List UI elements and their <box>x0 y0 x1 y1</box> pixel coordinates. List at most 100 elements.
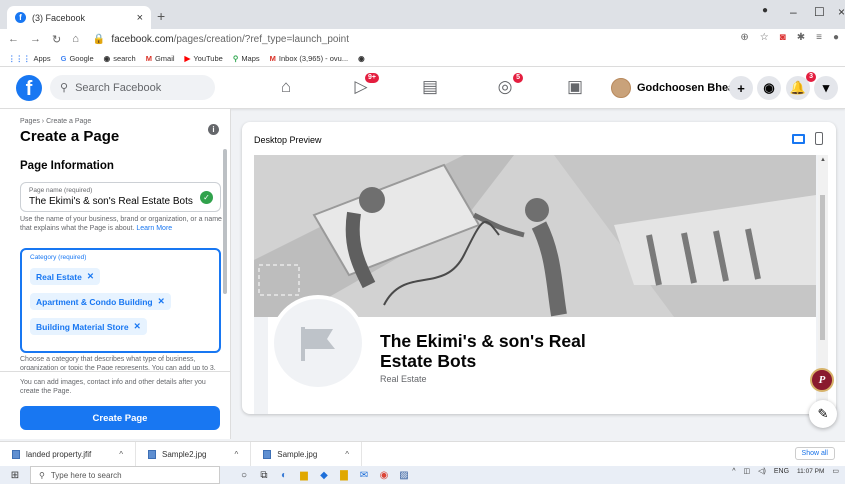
chrome-icon[interactable]: ◉ <box>374 470 394 481</box>
profile-dot-icon[interactable]: ● <box>762 5 768 16</box>
groups-nav-icon[interactable]: ◎ 5 <box>493 73 523 97</box>
check-icon: ✓ <box>200 191 213 204</box>
category-chip[interactable]: Apartment & Condo Building ✕ <box>30 293 171 310</box>
scroll-up-icon[interactable]: ▲ <box>820 157 826 163</box>
close-window-button[interactable]: × <box>838 5 845 19</box>
network-icon[interactable]: ◫ <box>744 467 751 475</box>
seal-extension-icon[interactable]: P <box>810 368 834 392</box>
category-chip[interactable]: Real Estate ✕ <box>30 268 100 285</box>
info-icon[interactable]: i <box>208 124 219 135</box>
bookmark-gmail[interactable]: M Gmail <box>146 54 175 63</box>
home-nav-icon[interactable]: ⌂ <box>274 77 298 97</box>
watch-nav-icon[interactable]: ▷ 9+ <box>349 73 379 97</box>
desktop-icon[interactable] <box>792 134 805 144</box>
section-heading: Page Information <box>20 160 114 172</box>
mail-icon[interactable]: ✉ <box>354 470 374 481</box>
chevron-up-icon[interactable]: ^ <box>345 450 349 459</box>
maximize-button[interactable]: ☐ <box>814 5 825 19</box>
task-view-icon[interactable]: ⧉ <box>254 470 274 481</box>
search-icon: ⚲ <box>60 82 69 94</box>
edge-icon[interactable]: ◐ <box>274 470 294 481</box>
reading-list-icon[interactable]: ≡ <box>816 32 822 43</box>
new-message-edit-button[interactable]: ✎ <box>809 400 837 428</box>
file-explorer-icon[interactable]: ▆ <box>294 470 314 481</box>
create-page-button[interactable]: Create Page <box>20 406 220 430</box>
store-icon[interactable]: ◆ <box>314 470 334 481</box>
volume-icon[interactable]: ◁) <box>758 467 766 475</box>
messenger-button[interactable]: ◉ <box>757 76 781 100</box>
gaming-nav-icon[interactable]: ▣ <box>563 77 587 97</box>
forward-icon[interactable]: → <box>30 33 41 46</box>
notification-center-icon[interactable]: ▭ <box>832 467 839 475</box>
puzzle-icon[interactable]: ✱ <box>797 32 805 43</box>
clock[interactable]: 11:07 PM <box>797 468 824 475</box>
remove-chip-icon[interactable]: ✕ <box>158 296 165 307</box>
mobile-icon[interactable] <box>815 132 823 145</box>
divider <box>0 371 231 372</box>
page-name-field[interactable]: Page name (required) The Ekimi's & son's… <box>20 182 221 212</box>
preview-scroll-thumb[interactable] <box>820 195 825 340</box>
home-icon[interactable]: ⌂ <box>72 33 79 46</box>
bookmark-maps[interactable]: ⚲ Maps <box>233 54 260 63</box>
tab-title: (3) Facebook <box>32 12 86 23</box>
lock-icon: 🔒 <box>92 34 106 45</box>
page-name-help: Use the name of your business, brand or … <box>20 216 222 232</box>
bookmark-apps[interactable]: ⋮⋮⋮ Apps <box>8 54 51 63</box>
user-avatar-icon[interactable]: ● <box>833 32 839 43</box>
groups-badge: 5 <box>513 73 523 83</box>
minimize-button[interactable]: – <box>790 5 797 19</box>
url-field[interactable]: 🔒 facebook.com/pages/creation/?ref_type=… <box>93 34 349 45</box>
bookmark-star-icon[interactable]: ☆ <box>760 32 769 43</box>
chevron-up-icon[interactable]: ^ <box>119 450 123 459</box>
remove-chip-icon[interactable]: ✕ <box>87 271 94 282</box>
photos-icon[interactable]: ▨ <box>394 470 414 481</box>
reload-icon[interactable]: ↻ <box>52 33 61 46</box>
avatar <box>611 78 631 98</box>
address-bar-row: ← → ↻ ⌂ 🔒 facebook.com/pages/creation/?r… <box>0 29 845 50</box>
cortana-icon[interactable]: ○ <box>234 470 254 481</box>
breadcrumb[interactable]: Pages › Create a Page <box>20 118 91 125</box>
preview-page-category: Real Estate <box>380 374 427 384</box>
taskbar-search-input[interactable]: ⚲ Type here to search <box>30 466 220 484</box>
category-chip[interactable]: Building Material Store ✕ <box>30 318 147 335</box>
tab-close-icon[interactable]: × <box>137 12 143 24</box>
flag-icon <box>301 327 335 361</box>
remove-chip-icon[interactable]: ✕ <box>134 321 141 332</box>
bookmark-globe[interactable]: ◉ <box>358 54 368 63</box>
category-field[interactable]: Category (required) Real Estate ✕ Apartme… <box>20 248 221 353</box>
facebook-search-input[interactable]: ⚲ Search Facebook <box>50 75 215 100</box>
cover-illustration <box>254 155 816 317</box>
show-all-button[interactable]: Show all <box>794 447 835 460</box>
facebook-logo-icon[interactable]: f <box>16 75 42 101</box>
category-label: Category (required) <box>30 254 87 261</box>
windows-taskbar: ⊞ ⚲ Type here to search ○ ⧉ ◐ ▆ ◆ ▇ ✉ ◉ … <box>0 466 845 484</box>
download-item[interactable]: landed property.jfif ^ <box>0 441 136 467</box>
folder-icon[interactable]: ▇ <box>334 470 354 481</box>
notifications-button[interactable]: 🔔 3 <box>786 72 816 100</box>
file-icon <box>148 449 156 459</box>
profile-button[interactable]: Godchoosen Bheart <box>608 76 748 100</box>
new-tab-button[interactable]: + <box>157 8 165 24</box>
language-indicator[interactable]: ENG <box>774 468 789 475</box>
extra-help: You can add images, contact info and oth… <box>20 379 206 395</box>
bookmarks-bar: ⋮⋮⋮ Apps G Google ◉ search M Gmail ▶ YouTube … <box>0 50 845 67</box>
chevron-up-icon[interactable]: ^ <box>234 450 238 459</box>
bookmark-inbox[interactable]: M Inbox (3,965) - ovu... <box>270 54 348 63</box>
preview-page-name: The Ekimi's & son's Real Estate Bots <box>380 331 586 371</box>
browser-tab[interactable]: f (3) Facebook × <box>7 6 151 29</box>
page-name-value[interactable]: The Ekimi's & son's Real Estate Bots <box>29 196 212 207</box>
tray-chevron-icon[interactable]: ^ <box>732 468 735 475</box>
account-menu-button[interactable]: ▾ <box>814 76 838 100</box>
bookmark-youtube[interactable]: ▶ YouTube <box>185 54 223 63</box>
back-icon[interactable]: ← <box>8 33 19 46</box>
extension-icon[interactable]: ◙ <box>780 32 786 43</box>
windows-start-icon[interactable]: ⊞ <box>0 470 30 481</box>
zoom-icon[interactable]: ⊕ <box>740 32 748 43</box>
download-item[interactable]: Sample2.jpg ^ <box>136 441 252 467</box>
bookmark-google[interactable]: G Google <box>61 54 94 63</box>
bookmark-search[interactable]: ◉ search <box>104 54 136 63</box>
learn-more-link[interactable]: Learn More <box>136 225 172 232</box>
marketplace-nav-icon[interactable]: ▤ <box>418 77 442 97</box>
download-item[interactable]: Sample.jpg ^ <box>251 441 363 467</box>
create-plus-button[interactable]: + <box>729 76 753 100</box>
